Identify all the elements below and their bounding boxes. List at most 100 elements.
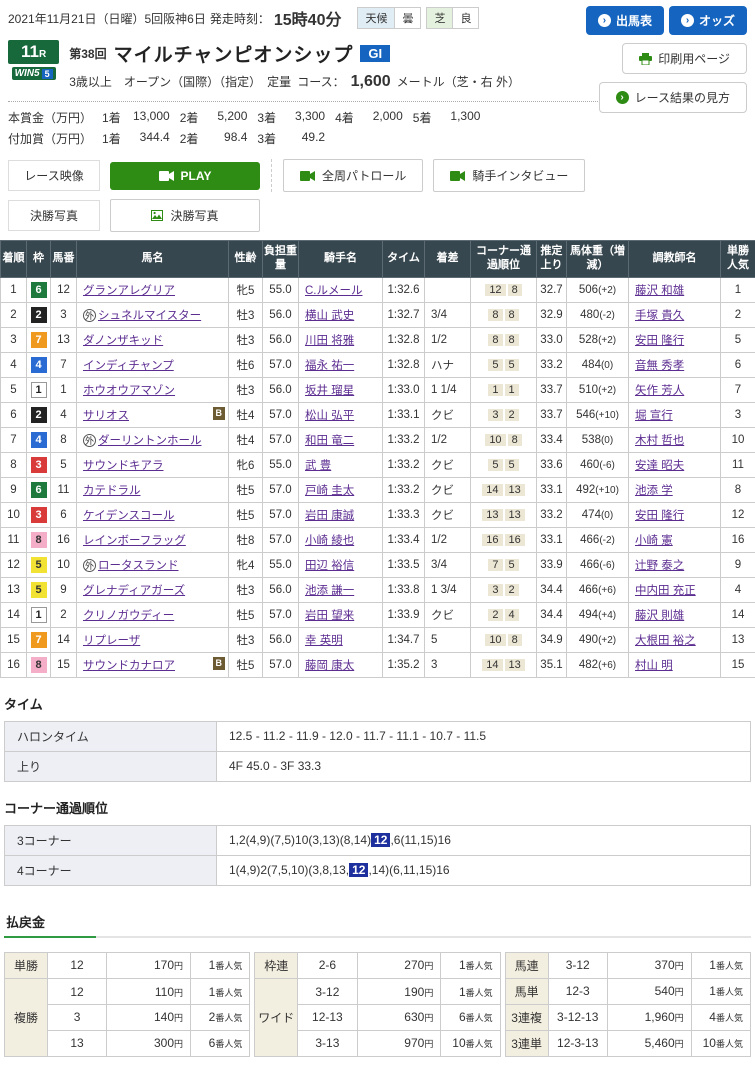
jockey-link[interactable]: 田辺 裕信 xyxy=(305,560,354,572)
horse-link[interactable]: リプレーザ xyxy=(83,635,140,647)
favorite-rank-cell: 1 xyxy=(721,277,755,302)
trainer-link[interactable]: 藤沢 則雄 xyxy=(635,610,684,622)
horse-link[interactable]: インディチャンプ xyxy=(83,360,174,372)
favorite-rank-cell: 4 xyxy=(721,577,755,602)
combination-cell: 12 xyxy=(47,952,106,979)
popularity-unit: 番人気 xyxy=(215,1013,242,1023)
jockey-link[interactable]: 岩田 望来 xyxy=(305,610,354,622)
trainer-cell: 安田 隆行 xyxy=(629,502,721,527)
jockey-interview-button[interactable]: 騎手インタビュー xyxy=(433,159,585,192)
horse-number-cell: 4 xyxy=(51,402,77,427)
trainer-link[interactable]: 中内田 充正 xyxy=(635,585,696,597)
body-weight-value: 484 xyxy=(582,359,601,371)
popularity-cell: 1番人気 xyxy=(691,978,750,1004)
jockey-link[interactable]: 藤岡 康太 xyxy=(305,660,354,672)
foreign-bred-mark: 外 xyxy=(83,434,96,447)
trainer-link[interactable]: 村山 明 xyxy=(635,660,673,672)
frame-badge: 1 xyxy=(31,382,47,398)
horse-name-cell: グレナディアガーズ xyxy=(77,577,229,602)
result-guide-button[interactable]: › レース結果の見方 xyxy=(599,82,747,113)
jockey-cell: 横山 武史 xyxy=(299,302,383,327)
trainer-link[interactable]: 辻野 泰之 xyxy=(635,560,684,572)
race-result-page: › 出馬表 › オッズ 印刷用ページ › レース結果の見方 2021年11月21… xyxy=(0,0,755,232)
horse-link[interactable]: ケイデンスコール xyxy=(83,510,175,522)
trainer-link[interactable]: 音無 秀孝 xyxy=(635,360,684,372)
trainer-link[interactable]: 安達 昭夫 xyxy=(635,460,684,472)
horse-link[interactable]: サウンドカナロア xyxy=(83,660,175,672)
horse-link[interactable]: クリノガウディー xyxy=(83,610,174,622)
weather-value: 曇 xyxy=(395,7,421,29)
jockey-link[interactable]: 坂井 瑠星 xyxy=(305,385,354,397)
body-weight-cell: 494(+4) xyxy=(567,602,629,627)
jockey-link[interactable]: 幸 英明 xyxy=(305,635,343,647)
horse-link[interactable]: レインボーフラッグ xyxy=(83,535,186,547)
yen-unit: 円 xyxy=(675,987,684,997)
trainer-link[interactable]: 木村 哲也 xyxy=(635,435,684,447)
jockey-link[interactable]: 小崎 綾也 xyxy=(305,535,354,547)
body-weight-value: 492 xyxy=(576,484,595,496)
prize-amount: 1,300 xyxy=(436,109,480,126)
horse-link[interactable]: サウンドキアラ xyxy=(83,460,164,472)
play-button[interactable]: PLAY xyxy=(110,162,260,190)
horse-link[interactable]: グランアレグリア xyxy=(83,285,175,297)
trainer-link[interactable]: 池添 学 xyxy=(635,485,673,497)
horse-link[interactable]: ロータスランド xyxy=(98,560,179,572)
corner-position-cell: 11 xyxy=(471,377,537,402)
trainer-link[interactable]: 安田 隆行 xyxy=(635,335,684,347)
last-3f-cell: 33.7 xyxy=(537,377,567,402)
result-row: 835サウンドキアラ牝655.0武 豊1:33.2クビ5533.6460(-6)… xyxy=(1,452,755,477)
jockey-link[interactable]: 福永 祐一 xyxy=(305,360,354,372)
jockey-link[interactable]: 岩田 康誠 xyxy=(305,510,354,522)
column-header: タイム xyxy=(383,241,425,278)
result-row: 11816レインボーフラッグ牡857.0小崎 綾也1:33.41/2161633… xyxy=(1,527,755,552)
odds-button[interactable]: › オッズ xyxy=(669,6,747,35)
corner-position-cell: 108 xyxy=(471,627,537,652)
jockey-link[interactable]: 武 豊 xyxy=(305,460,331,472)
jockey-link[interactable]: 横山 武史 xyxy=(305,310,354,322)
jockey-link[interactable]: 松山 弘平 xyxy=(305,410,354,422)
payout-amount-cell: 970円 xyxy=(357,1030,441,1056)
trainer-link[interactable]: 堀 宣行 xyxy=(635,410,673,422)
finish-photo-button[interactable]: 決勝写真 xyxy=(110,199,260,232)
favorite-rank-cell: 6 xyxy=(721,352,755,377)
results-table: 着順枠馬番馬名性齢負担重量騎手名タイム着差コーナー通過順位推定上り馬体重（増減）… xyxy=(0,240,755,678)
horse-link[interactable]: グレナディアガーズ xyxy=(83,585,185,597)
horse-link[interactable]: サリオス xyxy=(83,410,129,422)
jockey-link[interactable]: 川田 将雅 xyxy=(305,335,354,347)
jockey-link[interactable]: 戸崎 圭太 xyxy=(305,485,354,497)
finish-photo-button-label: 決勝写真 xyxy=(170,207,218,224)
corner-row-label: 4コーナー xyxy=(5,855,217,885)
horse-name-cell: Bサウンドカナロア xyxy=(77,652,229,677)
result-row: 1036ケイデンスコール牡557.0岩田 康誠1:33.3クビ131333.24… xyxy=(1,502,755,527)
prize-entry: 2着98.4 xyxy=(180,130,248,147)
trainer-link[interactable]: 安田 隆行 xyxy=(635,510,684,522)
jockey-link[interactable]: C.ルメール xyxy=(305,285,363,297)
last-3f-cell: 32.9 xyxy=(537,302,567,327)
jockey-link[interactable]: 和田 竜二 xyxy=(305,435,354,447)
trainer-link[interactable]: 藤沢 和雄 xyxy=(635,285,684,297)
trainer-link[interactable]: 小崎 憲 xyxy=(635,535,673,547)
trainer-cell: 中内田 充正 xyxy=(629,577,721,602)
bet-type-label: 3連単 xyxy=(505,1030,548,1056)
corner-position-cell: 1413 xyxy=(471,477,537,502)
trainer-link[interactable]: 大根田 裕之 xyxy=(635,635,696,647)
yen-unit: 円 xyxy=(174,1039,183,1049)
patrol-video-button[interactable]: 全周パトロール xyxy=(283,159,423,192)
body-weight-value: 538 xyxy=(582,434,601,446)
horse-link[interactable]: ダーリントンホール xyxy=(98,435,202,447)
entries-button[interactable]: › 出馬表 xyxy=(586,6,664,35)
yen-unit: 円 xyxy=(424,961,433,971)
body-weight-value: 466 xyxy=(580,559,599,571)
horse-link[interactable]: カテドラル xyxy=(83,485,141,497)
trainer-link[interactable]: 手塚 貴久 xyxy=(635,310,684,322)
horse-link[interactable]: ダノンザキッド xyxy=(83,335,163,347)
horse-link[interactable]: シュネルマイスター xyxy=(98,310,201,322)
print-page-button[interactable]: 印刷用ページ xyxy=(622,43,747,74)
result-row: 1359グレナディアガーズ牡356.0池添 謙一1:33.81 3/43234.… xyxy=(1,577,755,602)
jockey-link[interactable]: 池添 謙一 xyxy=(305,585,354,597)
foreign-bred-mark: 外 xyxy=(83,559,96,572)
horse-link[interactable]: ホウオウアマゾン xyxy=(83,385,175,397)
prize-place: 4着 xyxy=(335,109,354,126)
trainer-link[interactable]: 矢作 芳人 xyxy=(635,385,684,397)
weather-label: 天候 xyxy=(357,7,395,29)
